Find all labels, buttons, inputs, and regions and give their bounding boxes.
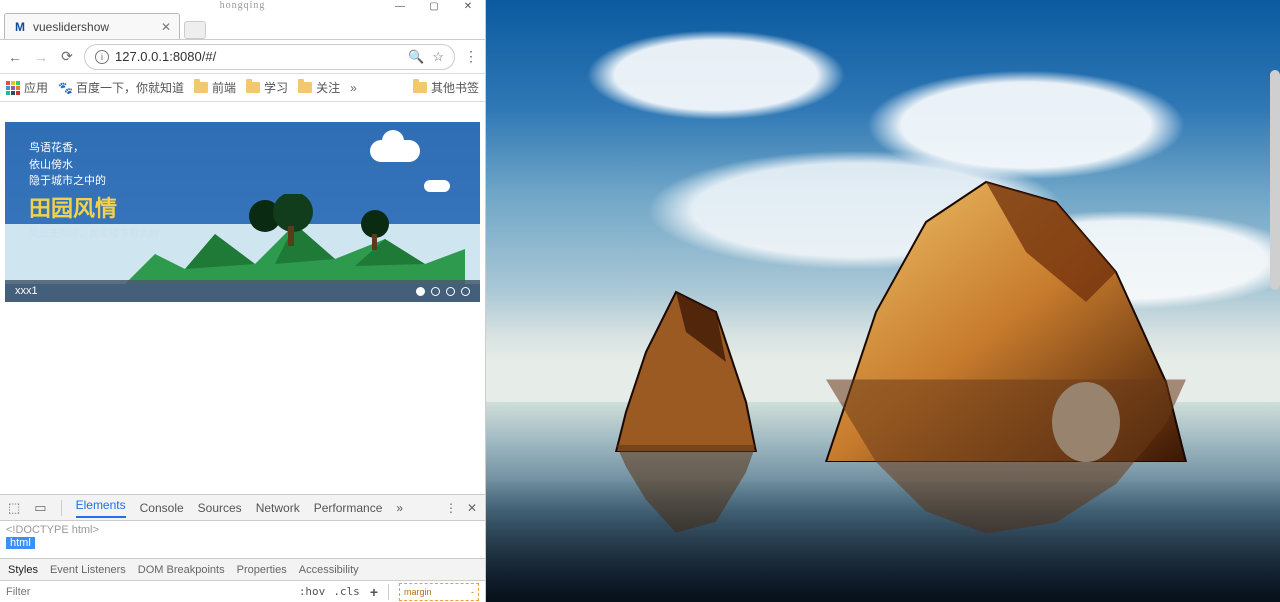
devtools-tab-console[interactable]: Console <box>140 501 184 515</box>
scrollbar-thumb[interactable] <box>1270 70 1280 290</box>
devtools-menu-icon[interactable]: ⋮ <box>445 501 457 515</box>
browser-menu-button[interactable]: ⋮ <box>463 48 479 65</box>
slide-caption: xxx1 <box>15 285 38 297</box>
doctype-text: <!DOCTYPE html> <box>6 524 99 536</box>
devtools-dom-tree[interactable]: <!DOCTYPE html> html <box>0 521 485 558</box>
baidu-paw-icon: 🐾 <box>58 81 72 95</box>
folder-icon <box>413 82 427 93</box>
bookmarks-bar: 应用 🐾 百度一下，你就知道 前端 学习 关注 » 其他书签 <box>0 74 485 102</box>
wallpaper-rock-small <box>596 262 766 452</box>
devtools-tabs-overflow[interactable]: » <box>396 501 403 515</box>
slide-hill <box>125 194 465 284</box>
bookmark-study[interactable]: 学习 <box>246 79 288 96</box>
url-text: 127.0.0.1:8080/#/ <box>115 49 216 64</box>
carousel-dot[interactable] <box>416 287 425 296</box>
nav-forward-button[interactable]: → <box>32 48 50 66</box>
devtools-tab-network[interactable]: Network <box>256 501 300 515</box>
devtools-tab-bar: ⬚ ▭ Elements Console Sources Network Per… <box>0 495 485 521</box>
styles-tab-listeners[interactable]: Event Listeners <box>50 564 126 576</box>
cloud-icon <box>424 180 450 192</box>
browser-window: hongqing — ▢ ✕ M vueslidershow ✕ ← → ⟳ i… <box>0 0 486 602</box>
devtools-tab-performance[interactable]: Performance <box>314 501 383 515</box>
devtools-styles-tabs: Styles Event Listeners DOM Breakpoints P… <box>0 558 485 580</box>
window-user-label: hongqing <box>220 0 266 11</box>
slide-line: 隐于城市之中的 <box>29 173 159 190</box>
browser-tab-active[interactable]: M vueslidershow ✕ <box>4 13 180 39</box>
cloud-icon <box>370 140 420 162</box>
carousel-dot[interactable] <box>431 287 440 296</box>
bookmark-follow[interactable]: 关注 <box>298 79 340 96</box>
slide-footer: xxx1 <box>5 280 480 302</box>
devtools-close-icon[interactable]: ✕ <box>467 501 477 515</box>
new-tab-button[interactable] <box>184 21 206 39</box>
carousel-dot[interactable] <box>461 287 470 296</box>
browser-toolbar: ← → ⟳ i 127.0.0.1:8080/#/ 🔍 ☆ ⋮ <box>0 40 485 74</box>
nav-reload-button[interactable]: ⟳ <box>58 48 76 66</box>
devtools-panel: ⬚ ▭ Elements Console Sources Network Per… <box>0 494 485 602</box>
styles-tab-accessibility[interactable]: Accessibility <box>299 564 359 576</box>
window-close-button[interactable]: ✕ <box>451 0 485 12</box>
carousel-pagination <box>416 287 470 296</box>
bookmark-apps[interactable]: 应用 <box>6 79 48 96</box>
box-model-value: - <box>471 587 474 597</box>
bookmark-label: 其他书签 <box>431 79 479 96</box>
devtools-tab-sources[interactable]: Sources <box>198 501 242 515</box>
window-titlebar: hongqing — ▢ ✕ <box>0 0 485 12</box>
favicon-icon: M <box>13 20 27 34</box>
folder-icon <box>298 82 312 93</box>
folder-icon <box>194 82 208 93</box>
browser-tab-strip: M vueslidershow ✕ <box>0 12 485 40</box>
address-bar[interactable]: i 127.0.0.1:8080/#/ 🔍 ☆ <box>84 44 455 70</box>
bookmarks-overflow-button[interactable]: » <box>350 81 357 95</box>
styles-new-rule-button[interactable]: + <box>364 584 384 600</box>
bookmark-label: 前端 <box>212 79 236 96</box>
device-toolbar-icon[interactable]: ▭ <box>34 500 46 516</box>
folder-icon <box>246 82 260 93</box>
styles-hov-toggle[interactable]: :hov <box>295 585 330 598</box>
window-maximize-button[interactable]: ▢ <box>417 0 451 12</box>
styles-tab-styles[interactable]: Styles <box>8 564 38 576</box>
slide-subtitle: 风景无限好，我家楼下有大树 <box>29 227 159 242</box>
tab-close-icon[interactable]: ✕ <box>161 20 171 34</box>
devtools-styles-toolbar: :hov .cls + margin - <box>0 580 485 602</box>
slide-line: 鸟语花香， <box>29 140 159 157</box>
window-minimize-button[interactable]: — <box>383 0 417 12</box>
desktop-wallpaper <box>486 0 1280 602</box>
carousel-dot[interactable] <box>446 287 455 296</box>
styles-filter-input[interactable] <box>0 586 120 598</box>
box-model-label: margin <box>404 587 432 597</box>
bookmark-label: 应用 <box>24 79 48 96</box>
bookmark-baidu[interactable]: 🐾 百度一下，你就知道 <box>58 79 184 96</box>
bookmark-label: 学习 <box>264 79 288 96</box>
page-viewport: 鸟语花香， 依山傍水 隐于城市之中的 田园风情 风景无限好，我家楼下有大树 xx… <box>0 102 485 494</box>
styles-tab-dom-breakpoints[interactable]: DOM Breakpoints <box>138 564 225 576</box>
styles-tab-properties[interactable]: Properties <box>237 564 287 576</box>
site-info-icon[interactable]: i <box>95 50 109 64</box>
wallpaper-wet-sand <box>486 482 1280 602</box>
slide-line: 依山傍水 <box>29 157 159 174</box>
box-model-margin[interactable]: margin - <box>399 583 479 601</box>
slide-text-block: 鸟语花香， 依山傍水 隐于城市之中的 田园风情 风景无限好，我家楼下有大树 <box>29 140 159 242</box>
inspect-element-icon[interactable]: ⬚ <box>8 500 20 516</box>
apps-grid-icon <box>6 81 20 95</box>
bookmark-label: 关注 <box>316 79 340 96</box>
devtools-tab-elements[interactable]: Elements <box>76 498 126 518</box>
styles-cls-toggle[interactable]: .cls <box>329 585 364 598</box>
tab-title: vueslidershow <box>33 20 109 34</box>
bookmark-other[interactable]: 其他书签 <box>413 79 479 96</box>
divider <box>61 500 62 516</box>
divider <box>388 584 389 600</box>
breadcrumb-html[interactable]: html <box>6 537 35 549</box>
bookmark-frontend[interactable]: 前端 <box>194 79 236 96</box>
bookmark-star-icon[interactable]: ☆ <box>432 49 444 65</box>
bookmark-label: 百度一下，你就知道 <box>76 79 184 96</box>
nav-back-button[interactable]: ← <box>6 48 24 66</box>
slide-title: 田园风情 <box>29 192 159 225</box>
carousel-slide[interactable]: 鸟语花香， 依山傍水 隐于城市之中的 田园风情 风景无限好，我家楼下有大树 xx… <box>5 122 480 302</box>
search-in-page-icon[interactable]: 🔍 <box>408 49 424 65</box>
